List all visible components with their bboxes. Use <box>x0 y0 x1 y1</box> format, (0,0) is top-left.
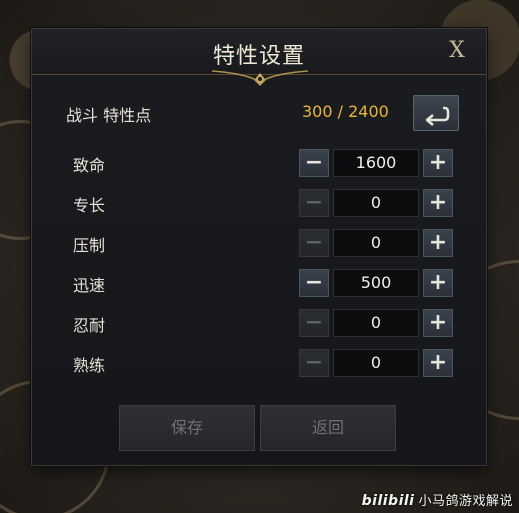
close-button[interactable]: X <box>444 37 470 65</box>
decrease-button[interactable]: − <box>299 269 329 297</box>
increase-button[interactable]: + <box>423 309 453 337</box>
game-screen: 特性设置 X 战斗 特性点 300 / 2400 致命 −1600 + 专长 −0 + 压制… <box>0 0 519 513</box>
plus-icon: + <box>428 190 448 215</box>
plus-icon: + <box>428 150 448 175</box>
stat-row: 压制 −0 + <box>32 228 486 258</box>
increase-button[interactable]: + <box>423 269 453 297</box>
increase-button[interactable]: + <box>423 189 453 217</box>
reset-arrow-icon <box>425 106 450 126</box>
stat-label: 压制 <box>73 236 106 255</box>
minus-icon: − <box>304 310 324 335</box>
stat-value-field[interactable]: 0 <box>333 189 419 217</box>
stat-row: 忍耐 −0 + <box>32 308 486 338</box>
decrease-button[interactable]: − <box>299 189 329 217</box>
minus-icon: − <box>304 150 324 175</box>
title-ornament-icon <box>211 70 309 87</box>
battle-points-value: 300 / 2400 <box>302 102 389 121</box>
trait-settings-dialog: 特性设置 X 战斗 特性点 300 / 2400 致命 −1600 + 专长 −0 + 压制… <box>31 28 487 466</box>
stat-value-field[interactable]: 1600 <box>333 149 419 177</box>
stat-value-field[interactable]: 0 <box>333 309 419 337</box>
decrease-button[interactable]: − <box>299 229 329 257</box>
increase-button[interactable]: + <box>423 229 453 257</box>
increase-button[interactable]: + <box>423 349 453 377</box>
plus-icon: + <box>428 270 448 295</box>
save-button[interactable]: 保存 <box>119 405 255 451</box>
stat-row: 致命 −1600 + <box>32 148 486 178</box>
decrease-button[interactable]: − <box>299 149 329 177</box>
minus-icon: − <box>304 230 324 255</box>
plus-icon: + <box>428 230 448 255</box>
watermark-channel: 小马鸽游戏解说 <box>418 494 513 509</box>
stat-label: 熟练 <box>73 356 106 375</box>
plus-icon: + <box>428 350 448 375</box>
increase-button[interactable]: + <box>423 149 453 177</box>
minus-icon: − <box>304 190 324 215</box>
battle-points-label: 战斗 特性点 <box>66 106 152 125</box>
stat-label: 忍耐 <box>73 316 106 335</box>
stat-label: 致命 <box>73 156 106 175</box>
stat-value-field[interactable]: 500 <box>333 269 419 297</box>
dialog-title: 特性设置 <box>212 44 305 69</box>
stat-value-field[interactable]: 0 <box>333 229 419 257</box>
decrease-button[interactable]: − <box>299 309 329 337</box>
video-watermark: bilibili 小马鸽游戏解说 <box>362 490 513 509</box>
stat-label: 迅速 <box>73 276 106 295</box>
minus-icon: − <box>304 350 324 375</box>
back-button[interactable]: 返回 <box>260 405 396 451</box>
stat-row: 迅速 −500 + <box>32 268 486 298</box>
stat-row: 专长 −0 + <box>32 188 486 218</box>
minus-icon: − <box>304 270 324 295</box>
stat-row: 熟练 −0 + <box>32 348 486 378</box>
plus-icon: + <box>428 310 448 335</box>
decrease-button[interactable]: − <box>299 349 329 377</box>
stat-value-field[interactable]: 0 <box>333 349 419 377</box>
reset-button[interactable] <box>413 95 459 131</box>
stat-label: 专长 <box>73 196 106 215</box>
bilibili-logo: bilibili <box>361 493 415 509</box>
